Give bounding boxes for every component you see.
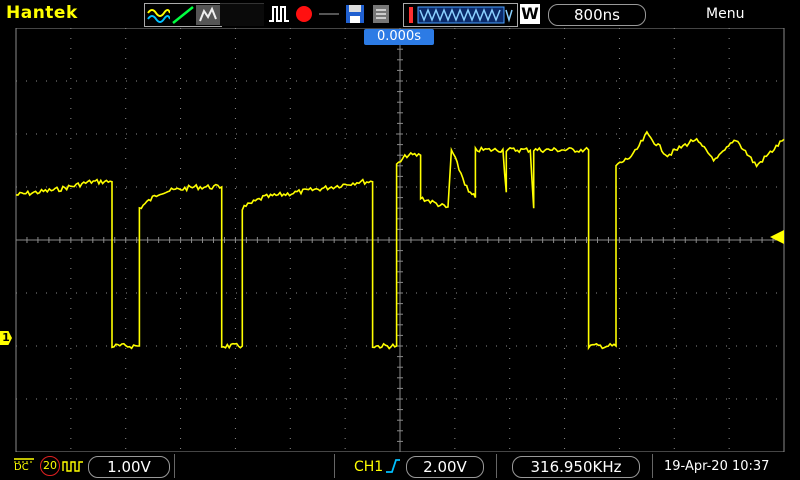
bandwidth-limit-badge: 20: [40, 456, 60, 476]
run-icon[interactable]: [268, 3, 290, 25]
timebase-readout[interactable]: 800ns: [548, 4, 646, 26]
peak-detect-mode-icon[interactable]: [171, 5, 195, 25]
record-icon[interactable]: [294, 3, 316, 25]
trigger-time-marker[interactable]: 0.000s: [364, 29, 434, 45]
date-time: 19-Apr-20 10:37: [664, 459, 770, 474]
average-mode-icon[interactable]: [196, 5, 220, 25]
coupling-indicator: DC: [14, 457, 34, 473]
acquire-mode-group[interactable]: [144, 3, 222, 27]
acquire-status-box: [220, 3, 264, 26]
print-icon[interactable]: [370, 3, 392, 25]
dim-bar-icon: [318, 3, 340, 25]
divider: [652, 454, 653, 478]
trigger-level-readout[interactable]: 2.00V: [406, 456, 484, 478]
divider: [496, 454, 497, 478]
save-icon[interactable]: [344, 3, 366, 25]
oscilloscope-screen: Hantek W 800ns Menu 0.000s 1 DC 20 1.00V…: [0, 0, 800, 480]
frequency-readout: 316.950KHz: [512, 456, 640, 478]
trigger-level-marker[interactable]: [770, 229, 784, 244]
rising-edge-icon[interactable]: [384, 457, 402, 475]
menu-button[interactable]: Menu: [706, 6, 744, 22]
divider: [174, 454, 175, 478]
top-status-bar: Hantek W 800ns Menu: [0, 0, 800, 28]
waveform-display: 0.000s 1: [0, 28, 800, 452]
window-icon[interactable]: [403, 3, 518, 27]
bottom-status-bar: DC 20 1.00V CH1 2.00V 316.950KHz 19-Apr-…: [0, 452, 800, 480]
divider: [334, 454, 335, 478]
waveform-plot: [15, 28, 785, 452]
brand-logo: Hantek: [6, 3, 78, 23]
trigger-source[interactable]: CH1: [354, 459, 383, 475]
coupling-label: DC: [14, 462, 29, 473]
sample-mode-icon[interactable]: [146, 5, 170, 25]
window-mode-label: W: [520, 4, 540, 24]
probe-icon: [62, 458, 84, 472]
ch1-volts-per-div[interactable]: 1.00V: [88, 456, 170, 478]
